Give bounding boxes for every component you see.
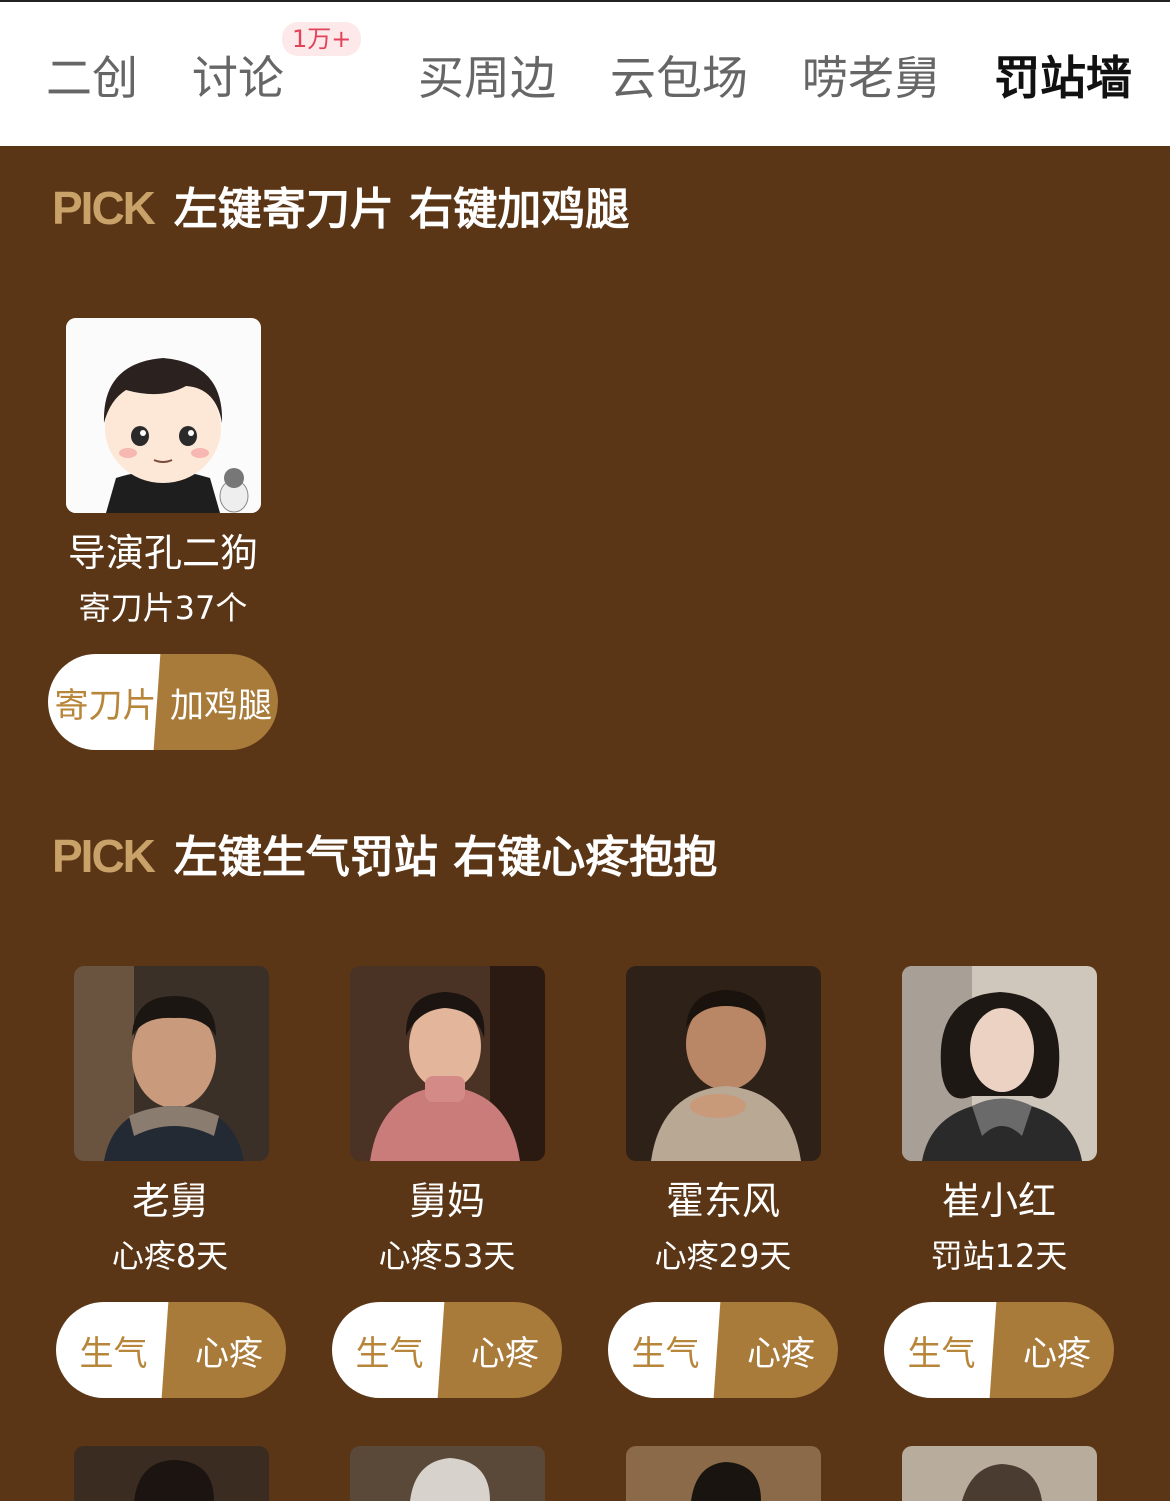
character-name: 舅妈 [408, 1179, 485, 1223]
send-blade-button[interactable]: 寄刀片 [48, 654, 163, 750]
character-avatar-cuixiaohong[interactable] [902, 966, 1097, 1161]
character-name: 霍东风 [665, 1179, 780, 1223]
discussion-count-badge: 1万+ [282, 22, 362, 56]
angry-button[interactable]: 生气 [608, 1302, 723, 1398]
section-title-2: PICK 左键生气罚站 右键心疼抱抱 [52, 828, 717, 886]
character-name: 崔小红 [941, 1179, 1056, 1223]
top-tab-bar: 二创 讨论 1万+ 买周边 云包场 唠老舅 罚站墙 [0, 0, 1170, 146]
portrait-icon [902, 966, 1097, 1161]
section-title-1: PICK 左键寄刀片 右键加鸡腿 [52, 180, 629, 238]
tab-buy-merch[interactable]: 买周边 [418, 50, 556, 106]
character-stat: 心疼53天 [378, 1237, 516, 1275]
angry-button[interactable]: 生气 [332, 1302, 447, 1398]
portrait-icon [74, 1446, 269, 1501]
character-stat: 心疼29天 [654, 1237, 792, 1275]
tab-discussion[interactable]: 讨论 [192, 50, 284, 106]
character-avatar-jiuma[interactable] [350, 966, 545, 1161]
vote-pill: 寄刀片 加鸡腿 [48, 654, 278, 750]
character-stat: 罚站12天 [930, 1237, 1068, 1275]
angry-button[interactable]: 生气 [884, 1302, 999, 1398]
tab-cloud-screening[interactable]: 云包场 [610, 50, 748, 106]
character-name: 老舅 [131, 1179, 208, 1223]
section-heading: 左键生气罚站 右键心疼抱抱 [173, 832, 718, 883]
section-heading: 左键寄刀片 右键加鸡腿 [173, 184, 630, 235]
character-avatar-laojiu[interactable] [74, 966, 269, 1161]
pick-label: PICK [52, 830, 156, 882]
character-stat: 心疼8天 [111, 1237, 229, 1275]
portrait-icon [626, 966, 821, 1161]
person-name: 导演孔二狗 [67, 531, 258, 575]
vote-pill: 生气 心疼 [608, 1302, 838, 1398]
tab-chat-uncle[interactable]: 唠老舅 [802, 50, 940, 106]
character-avatar-partial[interactable] [74, 1446, 269, 1501]
portrait-icon [902, 1446, 1097, 1501]
heartache-button[interactable]: 心疼 [161, 1302, 286, 1398]
vote-pill: 生气 心疼 [884, 1302, 1114, 1398]
tab-punishment-wall[interactable]: 罚站墙 [994, 50, 1132, 106]
vote-pill: 生气 心疼 [332, 1302, 562, 1398]
person-stat: 寄刀片37个 [78, 589, 248, 627]
heartache-button[interactable]: 心疼 [437, 1302, 562, 1398]
add-drumstick-button[interactable]: 加鸡腿 [153, 654, 278, 750]
character-avatar-huodongfeng[interactable] [626, 966, 821, 1161]
portrait-icon [626, 1446, 821, 1501]
pick-label: PICK [52, 182, 156, 234]
tab-erchuang[interactable]: 二创 [46, 50, 138, 106]
director-avatar[interactable] [66, 318, 261, 513]
character-avatar-partial[interactable] [626, 1446, 821, 1501]
vote-pill: 生气 心疼 [56, 1302, 286, 1398]
portrait-icon [350, 1446, 545, 1501]
portrait-icon [350, 966, 545, 1161]
heartache-button[interactable]: 心疼 [713, 1302, 838, 1398]
portrait-icon [74, 966, 269, 1161]
angry-button[interactable]: 生气 [56, 1302, 171, 1398]
cartoon-avatar-icon [66, 318, 261, 513]
heartache-button[interactable]: 心疼 [989, 1302, 1114, 1398]
character-avatar-partial[interactable] [350, 1446, 545, 1501]
character-avatar-partial[interactable] [902, 1446, 1097, 1501]
